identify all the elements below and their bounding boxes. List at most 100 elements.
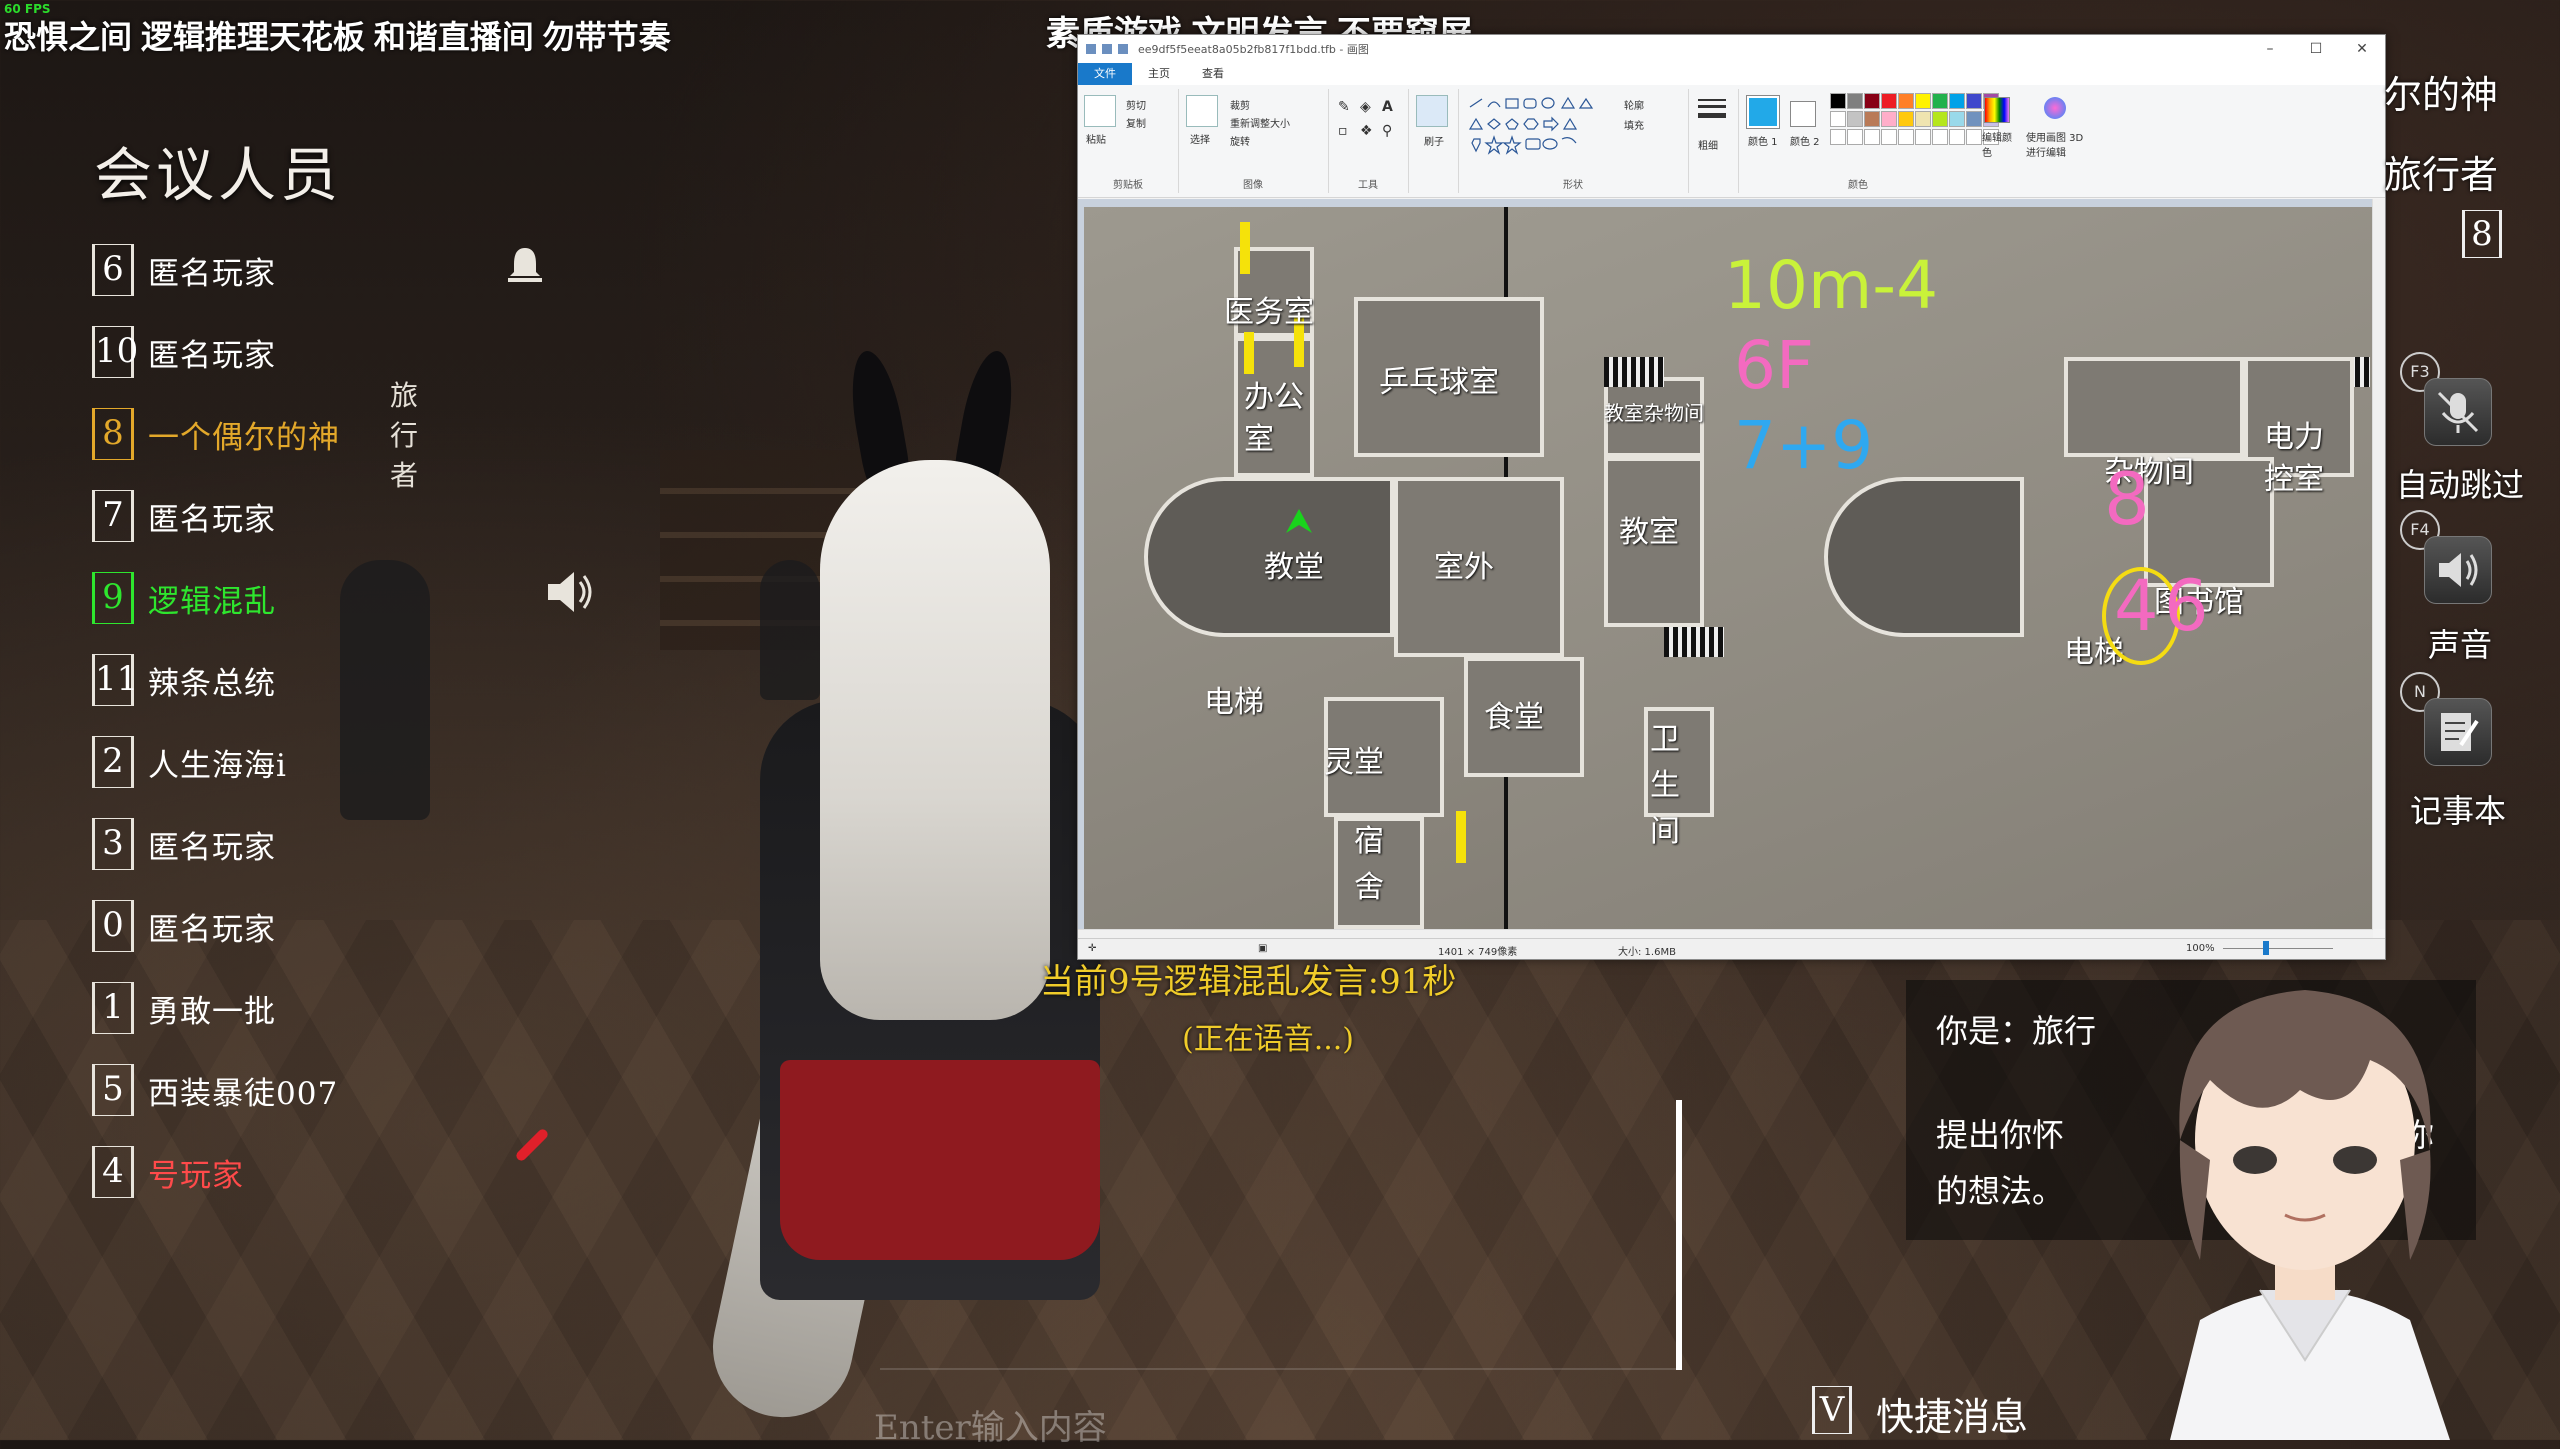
zoom-slider[interactable]	[2223, 941, 2343, 955]
color-swatch[interactable]	[1864, 93, 1880, 109]
sound-button[interactable]	[2424, 536, 2492, 604]
size-button[interactable]: 粗细	[1698, 137, 1718, 152]
player-row[interactable]: 6 匿名玩家	[92, 244, 276, 296]
player-number: 6	[92, 244, 134, 296]
color-swatch[interactable]	[1847, 111, 1863, 127]
crop-button[interactable]: 裁剪	[1230, 97, 1250, 112]
color-swatch-empty[interactable]	[1881, 129, 1897, 145]
edit-colors-button[interactable]: 编辑颜色	[1982, 129, 2012, 159]
paste-button[interactable]: 粘贴	[1086, 131, 1106, 146]
label-canteen: 食堂	[1484, 700, 1544, 735]
color-swatch-empty[interactable]	[1915, 129, 1931, 145]
color-swatch-empty[interactable]	[1847, 129, 1863, 145]
room-right-storage	[2064, 357, 2244, 457]
player-arrow-icon	[1286, 509, 1312, 533]
player-row[interactable]: 3 匿名玩家	[92, 818, 276, 870]
player-name: 匿名玩家	[148, 255, 276, 292]
paint-titlebar[interactable]: ee9df5f5eeat8a05b2fb817f1bdd.tfb - 画图 – …	[1078, 35, 2385, 63]
color-swatch-empty[interactable]	[1864, 129, 1880, 145]
color1-box[interactable]	[1746, 95, 1780, 129]
player-row[interactable]: 0 匿名玩家	[92, 900, 276, 952]
color1-button[interactable]: 颜色 1	[1748, 133, 1778, 148]
select-icon[interactable]	[1186, 95, 1218, 127]
color-swatch[interactable]	[1881, 93, 1897, 109]
fill-icon[interactable]: ◈	[1360, 99, 1371, 115]
color-swatch[interactable]	[1830, 93, 1846, 109]
color-swatch[interactable]	[1898, 93, 1914, 109]
outline-button[interactable]: 轮廓	[1624, 97, 1644, 112]
player-name: 号玩家	[148, 1157, 244, 1194]
character-hair	[820, 460, 1050, 1020]
player-row[interactable]: 2 人生海海i	[92, 736, 287, 788]
shapes-gallery-icon[interactable]	[1466, 95, 1616, 155]
fill-button[interactable]: 填充	[1624, 117, 1644, 132]
chat-scrollbar[interactable]	[1676, 1100, 1682, 1370]
player-row-speaking[interactable]: 9 逻辑混乱	[92, 572, 276, 624]
close-button[interactable]: ✕	[2339, 35, 2385, 63]
edit-colors-icon[interactable]	[1984, 97, 2010, 123]
color-swatch[interactable]	[1864, 111, 1880, 127]
color-swatch[interactable]	[1966, 93, 1982, 109]
select-button[interactable]: 选择	[1190, 131, 1210, 146]
quick-message-button[interactable]: 快捷消息	[1876, 1386, 2028, 1441]
color-swatch-empty[interactable]	[1898, 129, 1914, 145]
tab-home[interactable]: 主页	[1132, 63, 1186, 85]
vertical-scrollbar[interactable]	[2372, 199, 2385, 929]
color-swatch[interactable]	[1881, 111, 1897, 127]
player-row-self[interactable]: 8 一个偶尔的神 旅行者	[92, 379, 418, 492]
cut-button[interactable]: 剪切	[1126, 97, 1146, 112]
color-swatch[interactable]	[1949, 111, 1965, 127]
brush-icon[interactable]	[1416, 95, 1448, 127]
paint-window[interactable]: ee9df5f5eeat8a05b2fb817f1bdd.tfb - 画图 – …	[1077, 34, 2386, 960]
redo-icon[interactable]	[1118, 44, 1128, 54]
shapes-label: 形状	[1563, 180, 1583, 191]
color-picker-icon[interactable]: ❖	[1360, 123, 1373, 139]
map-image[interactable]: 医务室 办公室 乒乓球室 教室杂物间 教堂 室外 教室 电梯 灵堂 食堂 卫生间…	[1084, 207, 2372, 929]
color2-box[interactable]	[1790, 101, 1816, 127]
color-swatch-empty[interactable]	[1932, 129, 1948, 145]
player-number: 10	[92, 326, 138, 378]
player-row[interactable]: 4 号玩家	[92, 1146, 244, 1198]
player-row[interactable]: 5 西装暴徒007	[92, 1064, 338, 1116]
player-row[interactable]: 10 匿名玩家	[92, 326, 276, 378]
resize-button[interactable]: 重新调整大小	[1230, 115, 1290, 130]
auto-skip-button[interactable]	[2424, 378, 2492, 446]
player-row[interactable]: 11 辣条总统	[92, 654, 276, 706]
paste-icon[interactable]	[1084, 95, 1116, 127]
color2-button[interactable]: 颜色 2	[1790, 133, 1820, 148]
quick-access-toolbar[interactable]	[1086, 44, 1128, 54]
paint3d-icon[interactable]	[2044, 97, 2066, 119]
text-icon[interactable]: A	[1382, 99, 1393, 115]
color-swatch-empty[interactable]	[1966, 129, 1982, 145]
eraser-icon[interactable]: ▫	[1338, 123, 1348, 139]
player-row[interactable]: 7 匿名玩家	[92, 490, 276, 542]
brushes-button[interactable]: 刷子	[1424, 133, 1444, 148]
color-swatch[interactable]	[1830, 111, 1846, 127]
canvas-area[interactable]: 医务室 办公室 乒乓球室 教室杂物间 教堂 室外 教室 电梯 灵堂 食堂 卫生间…	[1078, 199, 2373, 929]
color-swatch[interactable]	[1949, 93, 1965, 109]
color-swatch-empty[interactable]	[1830, 129, 1846, 145]
color-swatch-empty[interactable]	[1949, 129, 1965, 145]
color-swatch[interactable]	[1932, 93, 1948, 109]
color-swatch[interactable]	[1898, 111, 1914, 127]
magnifier-icon[interactable]: ⚲	[1382, 123, 1392, 139]
maximize-button[interactable]: ☐	[2293, 35, 2339, 63]
player-row[interactable]: 1 勇敢一批	[92, 982, 276, 1034]
zoom-level: 100%	[2186, 943, 2215, 954]
color-swatch[interactable]	[1932, 111, 1948, 127]
color-swatch[interactable]	[1915, 111, 1931, 127]
undo-icon[interactable]	[1102, 44, 1112, 54]
minimize-button[interactable]: –	[2247, 35, 2293, 63]
tab-view[interactable]: 查看	[1186, 63, 1240, 85]
color-swatch[interactable]	[1847, 93, 1863, 109]
pencil-icon[interactable]: ✎	[1338, 99, 1350, 115]
rotate-button[interactable]: 旋转	[1230, 133, 1250, 148]
color-swatch[interactable]	[1915, 93, 1931, 109]
color-swatch[interactable]	[1966, 111, 1982, 127]
copy-button[interactable]: 复制	[1126, 115, 1146, 130]
paint3d-button[interactable]: 使用画图 3D 进行编辑	[2026, 129, 2086, 159]
tab-file[interactable]: 文件	[1078, 63, 1132, 85]
save-icon[interactable]	[1086, 44, 1096, 54]
chat-input[interactable]: Enter输入内容	[874, 1400, 1107, 1449]
notepad-button[interactable]	[2424, 698, 2492, 766]
